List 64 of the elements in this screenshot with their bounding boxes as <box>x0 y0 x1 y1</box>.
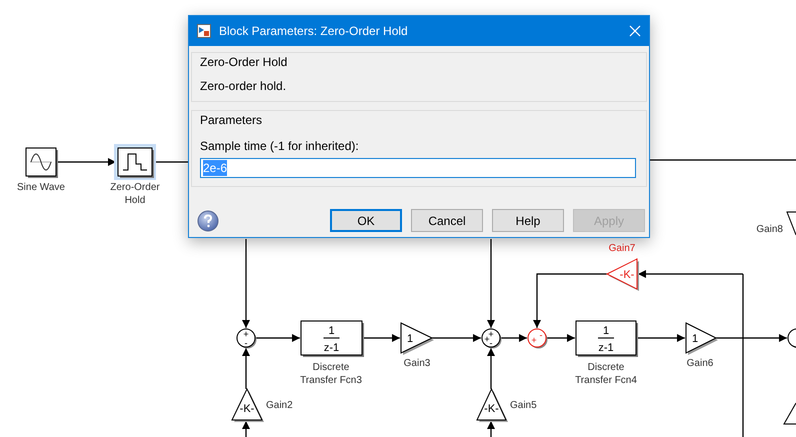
signal-line <box>57 158 116 166</box>
sign-text: - <box>244 338 248 348</box>
denominator-text: z-1 <box>598 342 614 354</box>
signal-line <box>636 334 685 342</box>
block-label: Transfer Fcn4 <box>575 375 637 386</box>
window-title: Block Parameters: Zero-Order Hold <box>219 24 409 38</box>
numerator-text: 1 <box>328 325 335 337</box>
block-label: Discrete <box>588 362 624 373</box>
gain-value: 1 <box>692 333 698 345</box>
signal-line <box>242 421 250 437</box>
gain-block[interactable] <box>231 388 264 422</box>
gain-value: -K- <box>620 269 634 281</box>
block-label: Gain3 <box>404 358 430 369</box>
block-label: Gain7 <box>608 243 636 254</box>
field-label: Sample time (-1 for inherited): <box>200 139 360 153</box>
gain-value: -K- <box>240 403 254 415</box>
gain-block[interactable] <box>786 212 796 236</box>
block-label: Hold <box>124 195 146 206</box>
gain-block[interactable] <box>476 388 508 422</box>
signal-line <box>546 334 575 342</box>
block-label: Gain2 <box>266 400 293 411</box>
group-title: Parameters <box>200 113 264 127</box>
help-icon[interactable] <box>197 210 219 232</box>
block-label: Zero-Order <box>110 182 160 193</box>
gain-value: -K- <box>484 403 499 415</box>
sign-text: + <box>488 329 494 339</box>
gain-block[interactable] <box>686 322 718 355</box>
sign-text: + <box>531 335 537 345</box>
block-label: Gain8 <box>756 224 783 235</box>
sum-block[interactable] <box>482 328 502 348</box>
signal-line <box>432 334 481 342</box>
signal-line <box>362 334 400 342</box>
sine-wave-block[interactable] <box>26 148 58 178</box>
dialog-button[interactable]: Help <box>492 209 564 232</box>
block-label: Discrete <box>312 362 350 373</box>
block-label: Gain6 <box>686 358 714 369</box>
transfer-function-block[interactable] <box>300 320 364 357</box>
signal-line <box>242 348 250 389</box>
numerator-text: 1 <box>602 325 610 337</box>
gain-block[interactable] <box>400 322 434 355</box>
dialog-button[interactable]: OK <box>330 209 402 232</box>
zero-order-hold-block[interactable] <box>114 144 156 180</box>
block-icon <box>197 24 211 38</box>
dialog-button[interactable]: Cancel <box>411 209 483 232</box>
sign-text: - <box>540 330 542 340</box>
signal-line <box>487 348 495 389</box>
sign-text: - <box>490 338 492 348</box>
group-title: Zero-Order Hold <box>200 55 288 69</box>
sum-block[interactable] <box>788 328 796 348</box>
gain-block[interactable] <box>783 402 796 424</box>
sign-text: + <box>484 334 490 344</box>
signal-line <box>487 421 495 437</box>
signal-line <box>500 334 527 342</box>
gain-value: 1 <box>406 333 414 345</box>
block-label: Gain5 <box>510 400 537 411</box>
close-icon[interactable] <box>629 25 641 37</box>
sum-block[interactable] <box>236 328 256 348</box>
transfer-function-block[interactable] <box>576 320 638 357</box>
denominator-text: z-1 <box>324 342 340 354</box>
block-label: Sine Wave <box>17 182 65 193</box>
signal-line <box>255 334 300 342</box>
sign-text: + <box>243 329 249 339</box>
block-label: Transfer Fcn3 <box>300 375 362 386</box>
description-text: Zero-order hold. <box>200 79 288 93</box>
